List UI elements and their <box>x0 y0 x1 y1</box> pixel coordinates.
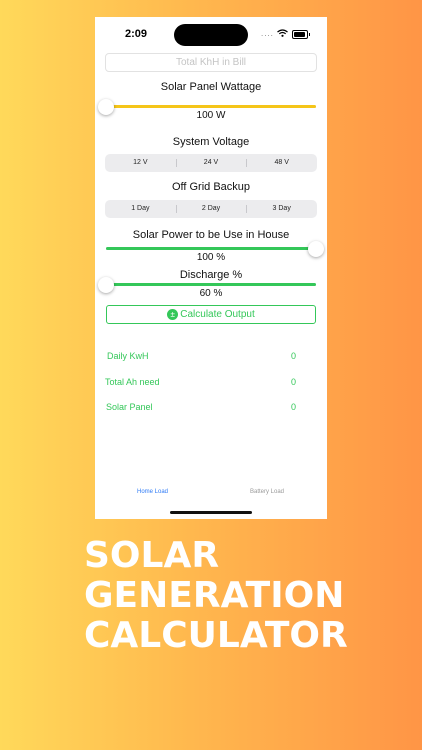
voltage-option-24v[interactable]: 24 V <box>175 154 247 172</box>
house-power-value: 100 % <box>196 252 226 263</box>
dynamic-island <box>174 24 248 46</box>
tab-bar: Home Load Battery Load <box>95 489 327 503</box>
promo-line-1: SOLAR <box>84 535 220 576</box>
result-label-daily-kwh: Daily KwH <box>107 351 149 361</box>
tab-battery-load[interactable]: Battery Load <box>250 489 284 495</box>
wifi-icon <box>277 29 288 37</box>
calculate-output-button[interactable]: ± Calculate Output <box>106 305 316 324</box>
backup-option-3-day[interactable]: 3 Day <box>246 200 317 218</box>
solar-wattage-slider-fill <box>106 105 316 108</box>
system-voltage-selector: 12 V 24 V 48 V <box>105 154 317 172</box>
promo-line-3: CALCULATOR <box>84 615 348 656</box>
backup-selector: 1 Day 2 Day 3 Day <box>105 200 317 218</box>
status-bar: 2:09 .... <box>95 17 327 51</box>
result-label-solar-panel: Solar Panel <box>106 402 153 412</box>
backup-option-1-day[interactable]: 1 Day <box>105 200 176 218</box>
result-label-total-ah: Total Ah need <box>105 377 160 387</box>
system-voltage-label: System Voltage <box>172 136 250 148</box>
house-power-slider-fill <box>106 247 316 250</box>
result-value-daily-kwh: 0 <box>291 351 297 361</box>
voltage-option-12v[interactable]: 12 V <box>105 154 176 172</box>
backup-option-2-day[interactable]: 2 Day <box>175 200 247 218</box>
house-power-label: Solar Power to be Use in House <box>132 229 290 241</box>
promo-line-2: GENERATION <box>84 575 345 616</box>
solar-wattage-label: Solar Panel Wattage <box>160 81 262 93</box>
solar-wattage-value: 100 W <box>196 110 226 121</box>
result-value-total-ah: 0 <box>291 377 297 387</box>
phone-screen: 2:09 .... Solar Panel Wattage 100 W Syst… <box>95 17 327 519</box>
discharge-value: 60 % <box>199 288 223 299</box>
total-kwh-bill-input[interactable] <box>105 53 317 72</box>
calculate-output-label: Calculate Output <box>180 309 255 320</box>
result-value-solar-panel: 0 <box>291 402 297 412</box>
discharge-slider-fill <box>106 283 316 286</box>
home-indicator <box>170 511 252 514</box>
voltage-option-48v[interactable]: 48 V <box>246 154 317 172</box>
tab-home-load[interactable]: Home Load <box>137 489 168 495</box>
plus-minus-icon: ± <box>167 309 179 320</box>
battery-icon <box>292 30 310 39</box>
promo-headline: SOLAR GENERATION CALCULATOR <box>84 536 414 656</box>
backup-label: Off Grid Backup <box>171 181 251 193</box>
signal-icon: .... <box>261 29 274 38</box>
status-time: 2:09 <box>125 28 148 40</box>
